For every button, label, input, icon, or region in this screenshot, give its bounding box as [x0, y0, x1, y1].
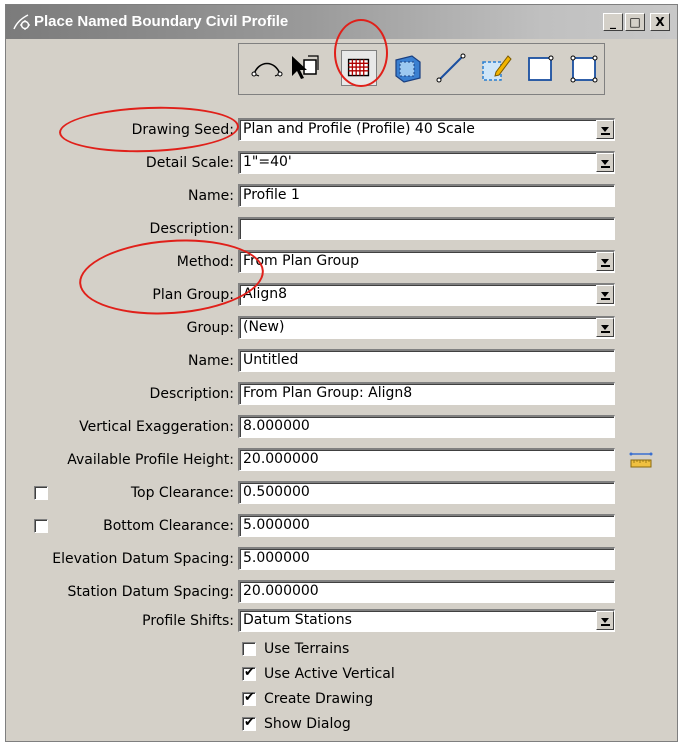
dropdown-arrow-icon[interactable]: [596, 611, 614, 630]
bottom-clearance-input[interactable]: 5.000000: [238, 514, 615, 537]
annotation-circle-drawing-seed: [58, 103, 240, 156]
show-dialog-label: Show Dialog: [264, 716, 351, 732]
dropdown-arrow-icon[interactable]: [596, 252, 614, 271]
cross-section-icon[interactable]: [390, 50, 426, 86]
minimize-button[interactable]: _: [603, 13, 623, 31]
close-button[interactable]: X: [650, 13, 670, 31]
use-active-vertical-checkbox[interactable]: ✔: [242, 665, 256, 681]
vertical-exaggeration-row: Vertical Exaggeration: 8.000000: [6, 415, 679, 439]
detail-scale-dropdown[interactable]: 1"=40': [238, 151, 615, 174]
dropdown-arrow-icon[interactable]: [596, 318, 614, 337]
vertical-exaggeration-label: Vertical Exaggeration:: [79, 419, 234, 435]
dropdown-arrow-icon[interactable]: [596, 285, 614, 304]
drawing-seed-value: Plan and Profile (Profile) 40 Scale: [243, 121, 475, 137]
profile-shifts-row: Profile Shifts: Datum Stations: [6, 609, 679, 633]
group-description-input[interactable]: From Plan Group: Align8: [238, 382, 615, 405]
bottom-clearance-row: Bottom Clearance: 5.000000: [6, 514, 679, 538]
use-terrains-checkbox[interactable]: [242, 642, 256, 656]
name-row: Name: Profile 1: [6, 184, 679, 208]
profile-shifts-label: Profile Shifts:: [142, 613, 234, 629]
checkmark-icon: ✔: [244, 690, 255, 705]
annotation-circle-method-plan-group: [76, 233, 267, 321]
group-description-label: Description:: [149, 386, 234, 402]
use-active-vertical-label: Use Active Vertical: [264, 666, 395, 682]
drawing-seed-dropdown[interactable]: Plan and Profile (Profile) 40 Scale: [238, 118, 615, 141]
group-dropdown[interactable]: (New): [238, 316, 615, 339]
edit-boundary-icon[interactable]: [478, 50, 514, 86]
show-dialog-checkbox[interactable]: ✔: [242, 715, 256, 731]
use-terrains-label: Use Terrains: [264, 641, 350, 657]
tool-toolbar: [238, 43, 605, 95]
station-datum-spacing-label: Station Datum Spacing:: [67, 584, 234, 600]
top-clearance-input[interactable]: 0.500000: [238, 481, 615, 504]
annotation-circle-toolbar: [334, 19, 388, 87]
group-name-label: Name:: [187, 353, 234, 369]
group-row: Group: (New): [6, 316, 679, 340]
group-value: (New): [243, 319, 285, 335]
civil-stroking-icon[interactable]: [249, 50, 285, 86]
description-label: Description:: [149, 221, 234, 237]
window-title: Place Named Boundary Civil Profile: [34, 13, 289, 30]
resize-shape-icon[interactable]: [566, 50, 602, 86]
group-name-input[interactable]: Untitled: [238, 349, 615, 372]
detail-scale-row: Detail Scale: 1"=40': [6, 151, 679, 175]
station-datum-spacing-row: Station Datum Spacing: 20.000000: [6, 580, 679, 604]
available-profile-height-label: Available Profile Height:: [67, 452, 234, 468]
dropdown-arrow-icon[interactable]: [596, 153, 614, 172]
name-input[interactable]: Profile 1: [238, 184, 615, 207]
station-datum-spacing-input[interactable]: 20.000000: [238, 580, 615, 603]
bottom-clearance-checkbox[interactable]: [34, 519, 48, 533]
create-drawing-label: Create Drawing: [264, 691, 374, 707]
from-element-icon[interactable]: [286, 50, 322, 86]
checkmark-icon: ✔: [244, 715, 255, 730]
elevation-datum-spacing-label: Elevation Datum Spacing:: [52, 551, 234, 567]
detail-scale-label: Detail Scale:: [145, 155, 234, 171]
elevation-datum-spacing-row: Elevation Datum Spacing: 5.000000: [6, 547, 679, 571]
method-dropdown[interactable]: From Plan Group: [238, 250, 615, 273]
plan-group-dropdown[interactable]: Align8: [238, 283, 615, 306]
available-profile-height-row: Available Profile Height: 20.000000: [6, 448, 679, 472]
top-clearance-checkbox[interactable]: [34, 486, 48, 500]
measure-ruler-icon[interactable]: [629, 450, 653, 470]
group-label: Group:: [186, 320, 234, 336]
dialog-window: Place Named Boundary Civil Profile _ □ X: [5, 4, 678, 742]
vertical-exaggeration-input[interactable]: 8.000000: [238, 415, 615, 438]
elevation-datum-spacing-input[interactable]: 5.000000: [238, 547, 615, 570]
description-input[interactable]: [238, 217, 615, 240]
civil-tool-icon: [13, 14, 30, 30]
name-label: Name:: [187, 188, 234, 204]
profile-shifts-value: Datum Stations: [243, 612, 352, 628]
profile-shifts-dropdown[interactable]: Datum Stations: [238, 609, 615, 632]
create-drawing-checkbox[interactable]: ✔: [242, 690, 256, 706]
maximize-button[interactable]: □: [625, 13, 645, 31]
dropdown-arrow-icon[interactable]: [596, 120, 614, 139]
shape-icon[interactable]: [523, 50, 559, 86]
available-profile-height-input[interactable]: 20.000000: [238, 448, 615, 471]
top-clearance-row: Top Clearance: 0.500000: [6, 481, 679, 505]
detail-scale-value: 1"=40': [243, 154, 292, 170]
top-clearance-label: Top Clearance:: [130, 485, 234, 501]
group-name-row: Name: Untitled: [6, 349, 679, 373]
checkmark-icon: ✔: [244, 665, 255, 680]
group-description-row: Description: From Plan Group: Align8: [6, 382, 679, 406]
line-icon[interactable]: [433, 50, 469, 86]
description-row: Description:: [6, 217, 679, 241]
bottom-clearance-label: Bottom Clearance:: [103, 518, 234, 534]
